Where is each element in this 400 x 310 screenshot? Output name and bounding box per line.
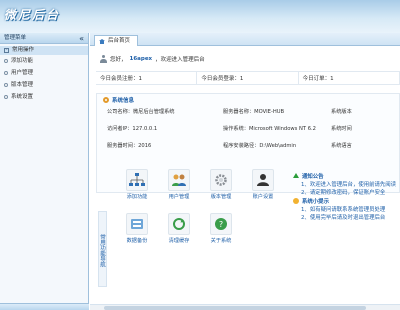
info-cell: 操作系统：Microsoft Windows NT 6.2: [223, 126, 316, 132]
sidebar-item-users[interactable]: 用户管理: [0, 67, 88, 79]
notice-line[interactable]: 1、欢迎进入管理后台，使用前请先阅读: [293, 180, 400, 188]
tab-bar: 后台首页: [90, 33, 400, 46]
sitemap-icon: [126, 169, 148, 191]
bullet-icon: [4, 59, 8, 63]
sidebar-item-add-function[interactable]: 添加功能: [0, 55, 88, 67]
notice-line[interactable]: 2、请定期修改密码，保证账户安全: [293, 188, 400, 196]
svg-text:?: ?: [219, 220, 223, 229]
quick-backup-button[interactable]: 数据备份: [118, 213, 156, 249]
notice-title-text: 通知公告: [302, 173, 324, 180]
info-cell: 服务器时间：2016: [107, 143, 152, 149]
bullet-icon: [4, 83, 8, 87]
panel-title-text: 系统信息: [112, 97, 135, 104]
quick-users-button[interactable]: 用户管理: [160, 169, 198, 205]
user-icon: [100, 55, 107, 63]
collapse-icon[interactable]: «: [79, 33, 84, 44]
tips-title-text: 系统小提示: [302, 198, 329, 205]
lightbulb-icon: [293, 197, 299, 204]
sidebar-item-settings[interactable]: 系统设置: [0, 91, 88, 103]
refresh-icon: [168, 213, 190, 235]
bullet-icon: [4, 95, 8, 99]
info-cell: 系统时间: [331, 126, 352, 132]
quick-account-button[interactable]: 账户设置: [244, 169, 282, 205]
sidebar-item-label: 系统设置: [11, 94, 34, 100]
sidebar-item-label: 添加功能: [11, 58, 34, 64]
top-header: 微尼后台: [0, 0, 400, 33]
help-icon: ?: [210, 213, 232, 235]
settings-icon: [103, 96, 109, 103]
quick-label: 关于系统: [210, 238, 232, 244]
notice-box: 通知公告 1、欢迎进入管理后台，使用前请先阅读 2、请定期修改密码，保证账户安全…: [293, 171, 400, 247]
welcome-message: 您好， 16apex ，欢迎进入管理后台: [100, 55, 205, 63]
tab-label: 后台首页: [108, 38, 131, 44]
sidebar-group-common[interactable]: - 常用操作: [0, 46, 88, 55]
quick-about-button[interactable]: ? 关于系统: [202, 213, 240, 249]
app-logo: 微尼后台: [4, 8, 61, 22]
stat-registrations: 今日会员注册：1: [96, 72, 198, 84]
sidebar-item-label: 用户管理: [11, 70, 34, 76]
database-icon: [126, 213, 148, 235]
info-cell: 公司名称：微尼后台管理系统: [107, 109, 175, 115]
tab-home[interactable]: 后台首页: [94, 35, 139, 46]
notice-title: 通知公告: [293, 171, 400, 180]
sidebar-header: 管理菜单 «: [0, 33, 88, 44]
sidebar-item-version[interactable]: 版本管理: [0, 79, 88, 91]
sidebar-item-label: 版本管理: [11, 82, 34, 88]
arrow-up-icon: [293, 173, 299, 178]
sidebar-title: 管理菜单: [4, 35, 27, 41]
scrollbar-thumb[interactable]: [104, 306, 366, 310]
info-cell: 访问者IP：127.0.0.1: [107, 126, 158, 132]
quick-label: 版本管理: [210, 194, 232, 200]
minus-box-icon: -: [4, 47, 9, 53]
gear-icon: [210, 169, 232, 191]
info-cell: 系统版本: [331, 109, 352, 115]
quick-nav-title: 常用功能导航: [98, 211, 107, 287]
bullet-icon: [4, 71, 8, 75]
horizontal-scrollbar[interactable]: [90, 304, 400, 310]
stat-logins: 今日会员登录：1: [197, 72, 299, 84]
server-info-grid: 公司名称：微尼后台管理系统 服务器名称：MOVIE-HUB 系统版本 访问者IP…: [107, 108, 400, 150]
welcome-suffix: ，欢迎进入管理后台: [155, 57, 205, 63]
username: 16apex: [129, 56, 153, 62]
info-cell: 程序安装路径：D:\Web\admin: [223, 143, 297, 149]
info-cell: 系统语言: [331, 143, 352, 149]
quick-add-function-button[interactable]: 添加功能: [118, 169, 156, 205]
users-icon: [168, 169, 190, 191]
quick-label: 数据备份: [126, 238, 148, 244]
tip-line: 1、如有疑问请联系系统管理员处理: [301, 207, 386, 213]
quick-label: 添加功能: [126, 194, 148, 200]
quick-label: 清理缓存: [168, 238, 190, 244]
home-icon: [99, 38, 105, 44]
sidebar-footer: [0, 303, 89, 310]
sidebar: 管理菜单 « - 常用操作 添加功能 用户管理 版本管理 系统设置: [0, 33, 89, 310]
sidebar-group-label: 常用操作: [12, 47, 35, 53]
stat-orders: 今日订单：1: [299, 72, 400, 84]
panel-title: 系统信息: [97, 94, 399, 105]
quick-cache-button[interactable]: 清理缓存: [160, 213, 198, 249]
main-content: 后台首页 您好， 16apex ，欢迎进入管理后台 今日会员注册：1 今日会员登…: [90, 33, 400, 310]
quick-label: 用户管理: [168, 194, 190, 200]
quick-version-button[interactable]: 版本管理: [202, 169, 240, 205]
quick-label: 账户设置: [252, 194, 274, 200]
tips-title: 系统小提示: [293, 196, 400, 205]
welcome-prefix: 您好，: [110, 57, 127, 63]
tip-line: 2、使用完毕后请及时退出管理后台: [301, 215, 386, 221]
info-cell: 服务器名称：MOVIE-HUB: [223, 109, 285, 115]
user-card-icon: [252, 169, 274, 191]
stats-bar: 今日会员注册：1 今日会员登录：1 今日订单：1: [96, 71, 400, 85]
